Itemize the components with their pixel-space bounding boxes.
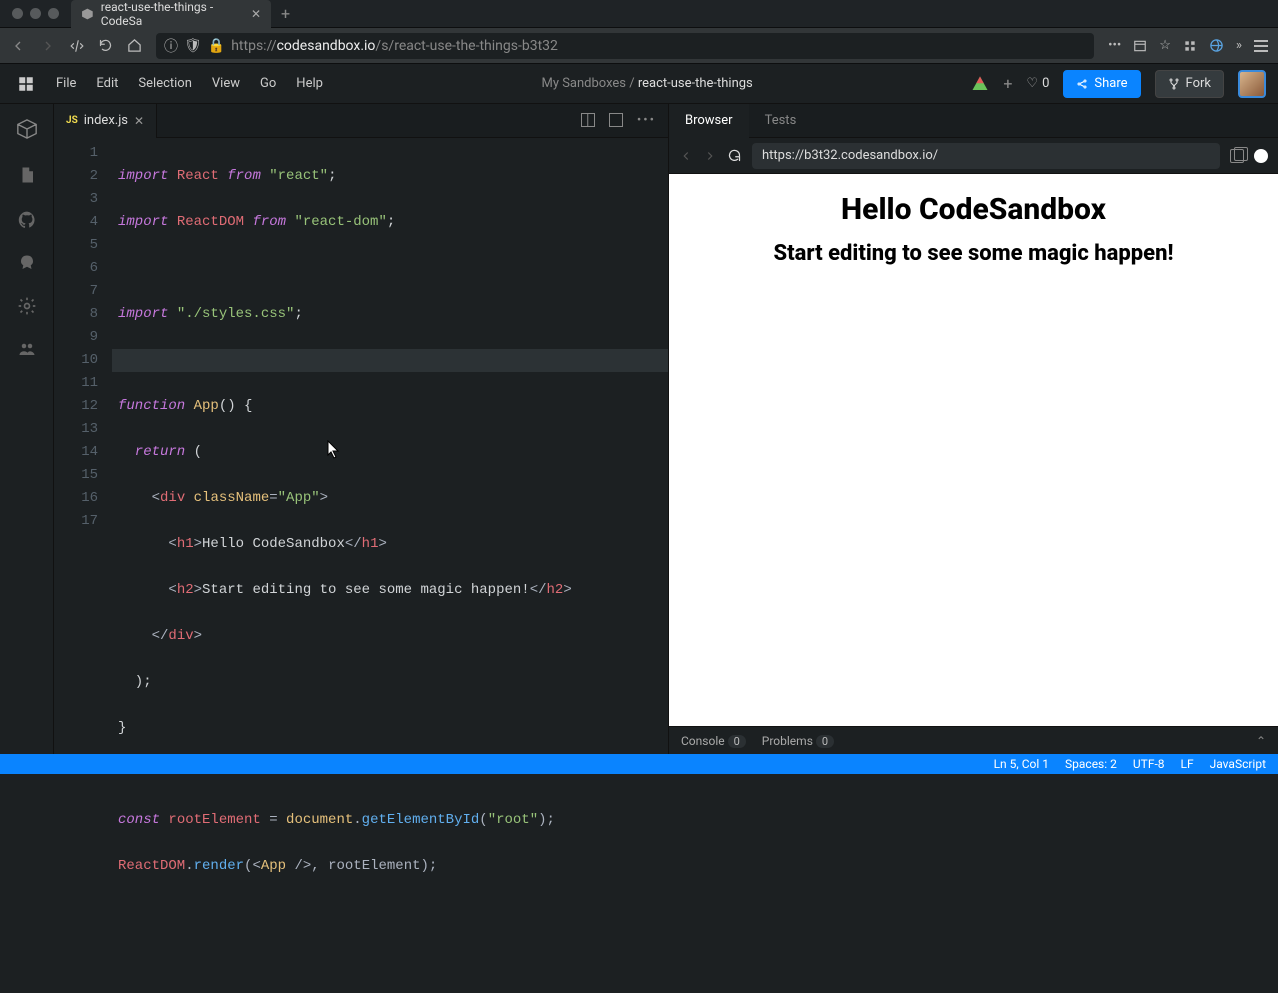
- bookmark-star-icon[interactable]: ☆: [1159, 38, 1171, 53]
- split-editor-icon[interactable]: [581, 113, 595, 127]
- browser-tabstrip: react-use-the-things - CodeSa ✕ +: [0, 0, 1278, 28]
- back-icon[interactable]: [10, 38, 26, 54]
- deploy-icon[interactable]: [18, 254, 36, 272]
- cs-logo-icon[interactable]: [12, 75, 40, 93]
- status-language[interactable]: JavaScript: [1210, 757, 1266, 771]
- lock-icon: 🔒: [208, 38, 225, 54]
- problems-tab[interactable]: Problems 0: [762, 734, 834, 748]
- add-button[interactable]: +: [1003, 74, 1012, 93]
- code-editor[interactable]: 1234567891011121314151617 import React f…: [54, 138, 668, 993]
- tab-tests[interactable]: Tests: [749, 104, 813, 138]
- activity-bar: [0, 104, 54, 754]
- close-icon[interactable]: ✕: [251, 7, 261, 21]
- open-window-icon[interactable]: [1230, 149, 1244, 163]
- main-menu: File Edit Selection View Go Help: [56, 76, 323, 91]
- browser-tab[interactable]: react-use-the-things - CodeSa ✕: [71, 0, 271, 28]
- preview-tabs: Browser Tests: [669, 104, 1278, 138]
- status-dot-icon[interactable]: [1254, 149, 1268, 163]
- reload-icon[interactable]: [98, 38, 113, 53]
- file-tab-indexjs[interactable]: JS index.js ✕: [54, 104, 157, 138]
- cursor-icon: [327, 440, 341, 460]
- meatball-icon[interactable]: •••: [1108, 38, 1121, 53]
- line-gutter: 1234567891011121314151617: [54, 138, 112, 993]
- console-tab[interactable]: Console 0: [681, 734, 746, 748]
- forward-icon[interactable]: [40, 38, 56, 54]
- browser-tab-title: react-use-the-things - CodeSa: [101, 0, 244, 28]
- share-button[interactable]: Share: [1063, 70, 1140, 98]
- preview-footer: Console 0 Problems 0 ⌃: [669, 726, 1278, 754]
- status-spaces[interactable]: Spaces: 2: [1065, 757, 1117, 771]
- file-icon[interactable]: [18, 164, 36, 186]
- avatar[interactable]: [1238, 70, 1266, 98]
- close-icon[interactable]: ✕: [134, 114, 144, 128]
- sandbox-title: react-use-the-things: [638, 76, 753, 91]
- presence-icon[interactable]: [971, 75, 989, 93]
- preview-heading: Hello CodeSandbox: [841, 192, 1106, 227]
- preview-frame[interactable]: Hello CodeSandbox Start editing to see s…: [669, 174, 1278, 726]
- menu-view[interactable]: View: [212, 76, 240, 91]
- new-tab-button[interactable]: +: [271, 4, 300, 23]
- shield-icon: ⓘ: [164, 36, 178, 56]
- window-traffic-lights: [0, 8, 71, 19]
- preview-reload-icon[interactable]: [727, 148, 742, 163]
- more-icon[interactable]: •••: [637, 113, 656, 128]
- breadcrumb[interactable]: My Sandboxes / react-use-the-things: [541, 76, 752, 91]
- cube-icon: [81, 7, 94, 21]
- code-body[interactable]: import React from "react"; import ReactD…: [112, 138, 668, 993]
- tab-browser[interactable]: Browser: [669, 104, 749, 138]
- share-icon: [1076, 78, 1088, 90]
- status-eol[interactable]: LF: [1181, 757, 1194, 771]
- cs-topbar: File Edit Selection View Go Help My Sand…: [0, 64, 1278, 104]
- sandbox-icon[interactable]: [16, 118, 38, 140]
- globe-icon[interactable]: [1209, 38, 1224, 53]
- menu-icon[interactable]: [1254, 40, 1268, 52]
- breadcrumb-prefix: My Sandboxes /: [541, 76, 637, 91]
- js-icon: JS: [66, 115, 78, 126]
- fork-button[interactable]: Fork: [1155, 70, 1224, 98]
- dev-icon[interactable]: [70, 39, 84, 53]
- url-text: https://codesandbox.io/s/react-use-the-t…: [231, 38, 558, 54]
- preview-forward-icon[interactable]: [703, 149, 717, 163]
- status-encoding[interactable]: UTF-8: [1133, 757, 1165, 771]
- overflow-icon[interactable]: »: [1236, 38, 1242, 53]
- menu-edit[interactable]: Edit: [96, 76, 118, 91]
- editor-tabs: JS index.js ✕ •••: [54, 104, 668, 138]
- layout-icon[interactable]: [609, 113, 623, 127]
- preview-navbar: https://b3t32.codesandbox.io/: [669, 138, 1278, 174]
- preview-subheading: Start editing to see some magic happen!: [773, 241, 1173, 266]
- preview-url[interactable]: https://b3t32.codesandbox.io/: [752, 143, 1220, 169]
- menu-go[interactable]: Go: [260, 76, 276, 91]
- status-position[interactable]: Ln 5, Col 1: [994, 757, 1049, 771]
- menu-help[interactable]: Help: [296, 76, 323, 91]
- editor-pane: JS index.js ✕ ••• 1234567891011121314151…: [54, 104, 668, 754]
- file-tab-name: index.js: [84, 113, 128, 128]
- preview-pane: Browser Tests https://b3t32.codesandbox.…: [668, 104, 1278, 754]
- like-counter[interactable]: ♡0: [1026, 76, 1049, 91]
- browser-navbar: ⓘ 🛡 🔒 https://codesandbox.io/s/react-use…: [0, 28, 1278, 64]
- address-bar[interactable]: ⓘ 🛡 🔒 https://codesandbox.io/s/react-use…: [156, 33, 1094, 59]
- home-icon[interactable]: [127, 38, 142, 53]
- heart-icon: ♡: [1026, 76, 1038, 91]
- gear-icon[interactable]: [17, 296, 37, 316]
- users-icon[interactable]: [17, 340, 37, 358]
- info-icon: 🛡: [184, 38, 202, 54]
- extension-icon[interactable]: [1183, 39, 1197, 53]
- fork-icon: [1168, 78, 1180, 90]
- chevron-up-icon[interactable]: ⌃: [1256, 734, 1266, 748]
- preview-back-icon[interactable]: [679, 149, 693, 163]
- reader-icon[interactable]: [1133, 39, 1147, 53]
- github-icon[interactable]: [17, 210, 37, 230]
- menu-selection[interactable]: Selection: [138, 76, 191, 91]
- menu-file[interactable]: File: [56, 76, 76, 91]
